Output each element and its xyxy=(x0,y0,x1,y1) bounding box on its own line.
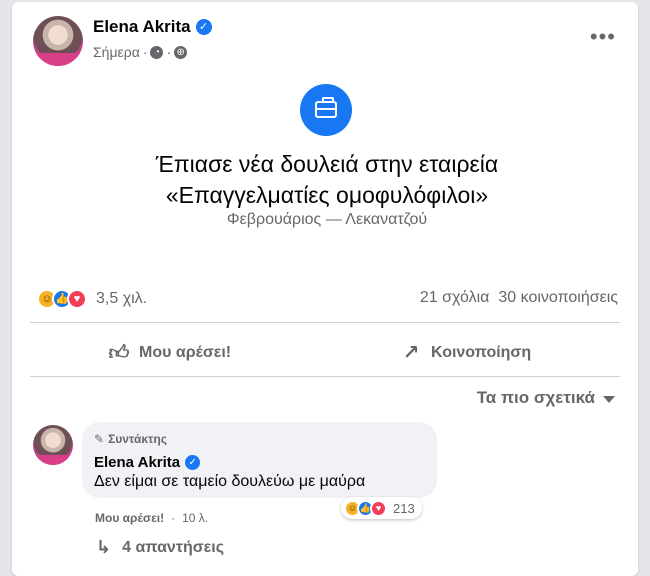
post-author-label[interactable]: Elena Akrita xyxy=(93,17,191,37)
like-button-label: Μου αρέσει! xyxy=(139,344,232,361)
author-avatar[interactable] xyxy=(33,16,83,66)
love-reaction-icon: ♥ xyxy=(67,289,87,309)
sort-label: Τα πιο σχετικά xyxy=(476,388,595,407)
post-card: Elena Akrita ✓ Σήμερα · ◔ · ⊕ ••• Έπιασε… xyxy=(12,2,638,576)
meta-separator-2: · xyxy=(166,44,172,60)
share-arrow-icon: ↗ xyxy=(402,342,420,364)
comment-text: Δεν είμαι σε ταμείο δουλεύω με μαύρα xyxy=(94,473,366,490)
post-stats: 21 σχόλια 30 κοινοποιήσεις xyxy=(420,289,618,307)
share-button[interactable]: ↗ Κοινοποίηση xyxy=(400,337,532,369)
comments-count[interactable]: 21 σχόλια xyxy=(420,289,489,307)
more-options-icon[interactable]: ••• xyxy=(590,26,616,48)
comment-author-avatar[interactable] xyxy=(33,425,73,465)
comment-love-icon: ♥ xyxy=(370,499,387,517)
author-role-badge: ✎ Συντάκτης xyxy=(94,432,167,446)
comment-author-label[interactable]: Elena Akrita xyxy=(94,454,180,471)
divider-top xyxy=(30,322,620,323)
like-button[interactable]: 👍︎ Μου αρέσει! xyxy=(108,337,232,369)
comment-reactions[interactable]: ☺ 👍 ♥ 213 xyxy=(341,497,422,519)
comment-author-name[interactable]: Elena Akrita ✓ xyxy=(94,454,201,471)
thumbs-up-icon: 👍︎ xyxy=(108,342,130,364)
pencil-icon: ✎ xyxy=(94,432,105,446)
share-button-label: Κοινοποίηση xyxy=(431,344,532,361)
post-author-name[interactable]: Elena Akrita ✓ xyxy=(93,17,212,37)
comment-bubble: ✎ Συντάκτης Elena Akrita ✓ Δεν είμαι σε … xyxy=(82,422,437,498)
clock-icon: ◔ xyxy=(150,45,164,59)
comment-verified-badge-icon: ✓ xyxy=(185,455,201,470)
meta-separator: · xyxy=(142,44,148,60)
divider-bottom xyxy=(30,376,620,377)
caret-down-icon xyxy=(603,395,615,403)
life-event-subline: Φεβρουάριος — Λεκανατζού xyxy=(226,211,428,228)
post-meta: Σήμερα · ◔ · ⊕ xyxy=(93,44,188,60)
replies-label: 4 απαντήσεις xyxy=(122,538,225,556)
verified-badge-icon: ✓ xyxy=(195,19,212,35)
shares-count[interactable]: 30 κοινοποιήσεις xyxy=(498,289,618,307)
reply-arrow-icon: ↳ xyxy=(96,537,112,557)
post-reactions[interactable]: ☺ 👍 ♥ 3,5 χιλ. xyxy=(37,287,147,311)
comment-actions: Μου αρέσει! · 10 λ. xyxy=(95,511,208,525)
comment-sort-dropdown[interactable]: Τα πιο σχετικά xyxy=(477,388,615,408)
comment-like-action[interactable]: Μου αρέσει! xyxy=(95,511,164,525)
view-replies-link[interactable]: ↳ 4 απαντήσεις xyxy=(96,537,224,558)
post-date[interactable]: Σήμερα xyxy=(93,44,140,60)
life-event-headline: Έπιασε νέα δουλειά στην εταιρεία «Επαγγε… xyxy=(155,151,499,208)
reactions-count[interactable]: 3,5 χιλ. xyxy=(96,290,147,308)
comment-time[interactable]: 10 λ. xyxy=(182,511,208,525)
role-label: Συντάκτης xyxy=(108,432,167,446)
globe-icon: ⊕ xyxy=(174,45,188,59)
comment-actions-separator: · xyxy=(171,511,176,525)
comment-reaction-count: 213 xyxy=(393,500,415,516)
briefcase-icon xyxy=(300,84,352,136)
